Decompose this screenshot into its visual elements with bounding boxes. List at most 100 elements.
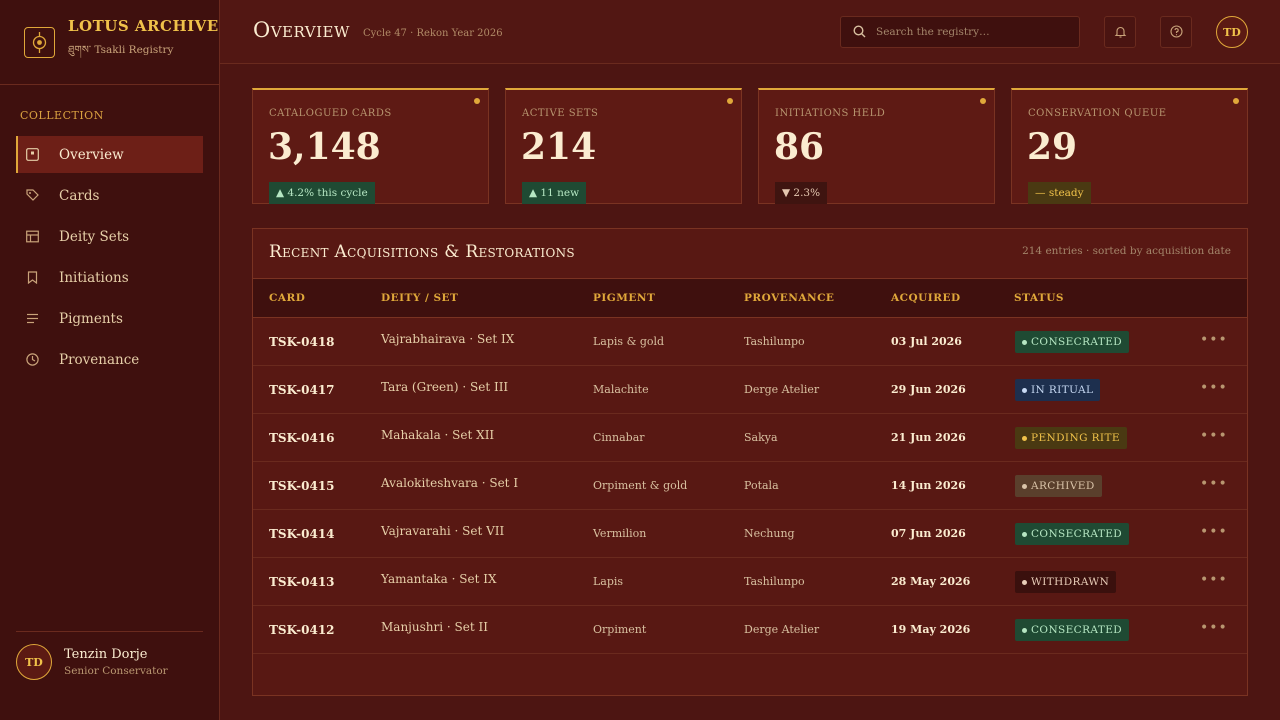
deity-set: Yamantaka · Set IX <box>381 572 497 586</box>
brand-subtitle: ཐུགས་ Tsakli Registry <box>68 43 174 56</box>
deity-set: Manjushri · Set II <box>381 620 488 634</box>
card-id: TSK-0415 <box>269 479 335 493</box>
acquired-date: 03 Jul 2026 <box>891 335 962 348</box>
acquired-date: 28 May 2026 <box>891 575 971 588</box>
status-badge: CONSECRATED <box>1015 523 1130 545</box>
status-badge: WITHDRAWN <box>1015 571 1117 593</box>
search-input[interactable] <box>876 26 1066 38</box>
search-box[interactable] <box>840 16 1080 48</box>
acquisitions-panel: Recent Acquisitions & Restorations 214 e… <box>252 228 1248 696</box>
stat-card-catalogued[interactable]: CATALOGUED CARDS 3,148 ▲ 4.2% this cycle <box>252 88 489 204</box>
column-header-provenance[interactable]: PROVENANCE <box>744 292 834 304</box>
user-role: Senior Conservator <box>64 665 168 677</box>
card-id: TSK-0414 <box>269 527 335 541</box>
more-actions-icon[interactable]: ••• <box>1200 524 1228 540</box>
table-row[interactable]: TSK-0413 Yamantaka · Set IX Lapis Tashilunp… <box>253 558 1247 606</box>
nav-section-label: COLLECTION <box>20 109 104 122</box>
sidebar-item-pigments[interactable]: Pigments <box>16 300 203 337</box>
divider <box>16 631 203 632</box>
stat-trend: ▼ 2.3% <box>775 182 828 204</box>
overview-icon <box>25 148 39 162</box>
help-button[interactable] <box>1160 16 1192 48</box>
deity-set: Vajrabhairava · Set IX <box>381 332 515 346</box>
column-header-deity[interactable]: DEITY / SET <box>381 292 458 304</box>
panel-meta: 214 entries · sorted by acquisition date <box>1022 245 1231 257</box>
table-row[interactable]: TSK-0412 Manjushri · Set II Orpiment Derge … <box>253 606 1247 654</box>
stat-value: 3,148 <box>268 126 381 168</box>
sidebar: LOTUS ARCHIVE ཐུགས་ Tsakli Registry COLL… <box>0 0 220 720</box>
more-actions-icon[interactable]: ••• <box>1200 620 1228 636</box>
lines-icon <box>25 312 39 326</box>
stat-card-initiations[interactable]: INITIATIONS HELD 86 ▼ 2.3% <box>758 88 995 204</box>
page-subtitle: Cycle 47 · Rekon Year 2026 <box>363 28 503 39</box>
deity-set: Mahakala · Set XII <box>381 428 495 442</box>
provenance: Tashilunpo <box>744 575 805 588</box>
status-badge: IN RITUAL <box>1015 379 1101 401</box>
bookmark-icon <box>25 271 39 285</box>
brand-title: LOTUS ARCHIVE <box>68 16 219 35</box>
tag-icon <box>25 189 39 203</box>
notifications-button[interactable] <box>1104 16 1136 48</box>
stat-value: 29 <box>1027 126 1078 168</box>
stat-label: ACTIVE SETS <box>522 108 599 119</box>
sidebar-item-label: Deity Sets <box>59 228 130 245</box>
status-dot <box>474 98 480 104</box>
column-header-status[interactable]: STATUS <box>1014 292 1064 304</box>
column-header-pigment[interactable]: PIGMENT <box>593 292 655 304</box>
deity-set: Avalokiteshvara · Set I <box>381 476 519 490</box>
user-profile[interactable]: TD Tenzin Dorje Senior Conservator <box>16 644 168 680</box>
sidebar-nav: Overview Cards Deity Sets Initiations Pi… <box>16 136 203 382</box>
sidebar-item-label: Initiations <box>59 269 129 286</box>
user-name: Tenzin Dorje <box>64 647 148 662</box>
sidebar-item-deity-sets[interactable]: Deity Sets <box>16 218 203 255</box>
sidebar-item-initiations[interactable]: Initiations <box>16 259 203 296</box>
deity-set: Vajravarahi · Set VII <box>381 524 505 538</box>
stat-card-active-sets[interactable]: ACTIVE SETS 214 ▲ 11 new <box>505 88 742 204</box>
status-dot <box>980 98 986 104</box>
header-avatar[interactable]: TD <box>1216 16 1248 48</box>
sidebar-item-provenance[interactable]: Provenance <box>16 341 203 378</box>
stat-card-conservation-queue[interactable]: CONSERVATION QUEUE 29 — steady <box>1011 88 1248 204</box>
more-actions-icon[interactable]: ••• <box>1200 380 1228 396</box>
status-badge: CONSECRATED <box>1015 619 1130 641</box>
bell-icon <box>1114 23 1127 42</box>
table-row[interactable]: TSK-0417 Tara (Green) · Set III Malachite D… <box>253 366 1247 414</box>
provenance: Potala <box>744 479 779 492</box>
provenance: Derge Atelier <box>744 623 820 636</box>
table-row[interactable]: TSK-0415 Avalokiteshvara · Set I Orpiment … <box>253 462 1247 510</box>
more-actions-icon[interactable]: ••• <box>1200 572 1228 588</box>
status-badge: ARCHIVED <box>1015 475 1102 497</box>
column-header-acquired[interactable]: ACQUIRED <box>891 292 961 304</box>
sidebar-item-label: Pigments <box>59 310 123 327</box>
status-dot <box>727 98 733 104</box>
table-row[interactable]: TSK-0418 Vajrabhairava · Set IX Lapis & go… <box>253 318 1247 366</box>
layout-icon <box>25 230 39 244</box>
status-badge: PENDING RITE <box>1015 427 1127 449</box>
more-actions-icon[interactable]: ••• <box>1200 428 1228 444</box>
search-icon <box>853 23 866 42</box>
column-header-card[interactable]: CARD <box>269 292 305 304</box>
sidebar-item-cards[interactable]: Cards <box>16 177 203 214</box>
table-row[interactable]: TSK-0416 Mahakala · Set XII Cinnabar Sakya 2… <box>253 414 1247 462</box>
pigment: Lapis <box>593 575 624 588</box>
pigment: Lapis & gold <box>593 335 665 348</box>
lotus-logo-icon <box>24 26 55 58</box>
sidebar-item-overview[interactable]: Overview <box>16 136 203 173</box>
acquired-date: 14 Jun 2026 <box>891 479 966 492</box>
acquired-date: 29 Jun 2026 <box>891 383 966 396</box>
sidebar-item-label: Provenance <box>59 351 140 368</box>
card-id: TSK-0412 <box>269 623 335 637</box>
pigment: Orpiment <box>593 623 647 636</box>
provenance: Derge Atelier <box>744 383 820 396</box>
page-title: Overview <box>253 18 350 42</box>
status-badge: CONSECRATED <box>1015 331 1130 353</box>
more-actions-icon[interactable]: ••• <box>1200 332 1228 348</box>
stat-trend: ▲ 11 new <box>522 182 587 204</box>
brand[interactable]: LOTUS ARCHIVE ཐུགས་ Tsakli Registry <box>0 0 219 85</box>
more-actions-icon[interactable]: ••• <box>1200 476 1228 492</box>
acquired-date: 21 Jun 2026 <box>891 431 966 444</box>
pigment: Cinnabar <box>593 431 645 444</box>
table-row[interactable]: TSK-0414 Vajravarahi · Set VII Vermilion Ne… <box>253 510 1247 558</box>
pigment: Vermilion <box>593 527 647 540</box>
help-icon <box>1169 23 1183 42</box>
